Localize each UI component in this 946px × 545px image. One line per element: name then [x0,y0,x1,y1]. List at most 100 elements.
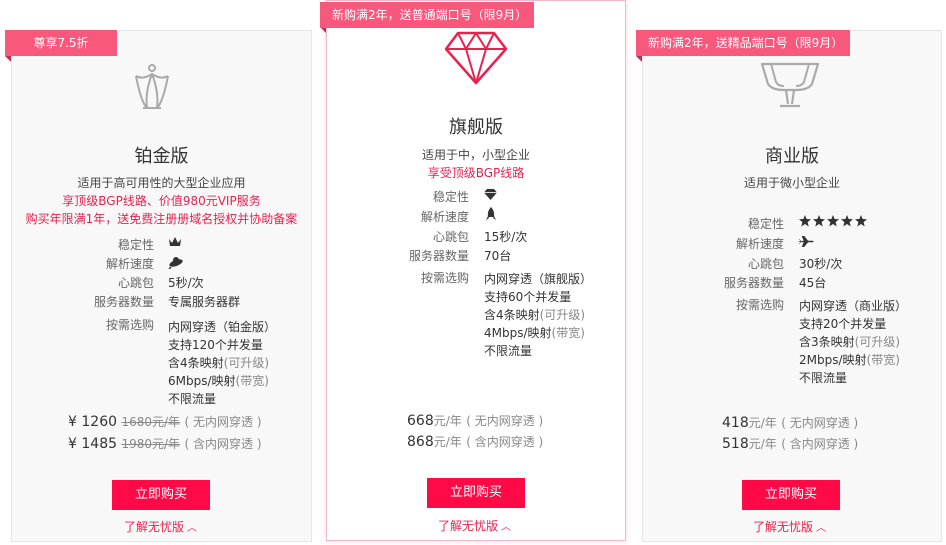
spec-value-servers: 专属服务器群 [168,295,241,309]
price-note: ( 含内网穿透 ) [466,435,544,449]
ondemand-text: 6Mbps/映射 [168,374,236,388]
price-unit: 元/年 [748,437,777,451]
price-row: ¥ 1485 1980元/年 ( 含内网穿透 ) [68,435,262,452]
price-currency: ¥ [68,436,77,452]
price-value: 1260 [81,414,118,430]
ondemand-item: 2Mbps/映射(带宽) [799,351,900,368]
chevron-up-icon: ︿ [187,523,198,534]
spec-label-servers: 服务器数量 [723,276,784,290]
crown-small-icon [168,236,182,248]
price-unit: 元/年 [433,435,462,449]
spec-label-speed: 解析速度 [420,210,469,224]
ondemand-item: 支持20个并发量 [799,317,887,331]
ondemand-item: 支持60个并发量 [484,290,572,304]
spec-label-servers: 服务器数量 [408,249,469,263]
learn-more-link[interactable]: 了解无忧版 ︿ [753,518,826,535]
ondemand-item: 不限流量 [799,371,848,385]
price-row: ¥ 1260 1680元/年 ( 无内网穿透 ) [68,413,262,430]
discount-badge: 尊享7.5折 [5,30,117,56]
learn-more-label: 了解无忧版 [124,520,185,534]
learn-more-link[interactable]: 了解无忧版 ︿ [124,518,197,535]
plan-highlight: 享受顶级BGP线路 [427,166,525,180]
ondemand-item: 内网穿透（铂金版） [168,320,277,334]
ondemand-label: 按需选购 [105,318,154,332]
spec-label-heartbeat: 心跳包 [747,257,784,271]
ondemand-extra: (可升级) [539,308,586,322]
price-note: ( 无内网穿透 ) [781,416,859,430]
price-note: ( 含内网穿透 ) [781,437,859,451]
ondemand-text: 2Mbps/映射 [799,353,867,367]
spec-label-heartbeat: 心跳包 [117,276,154,290]
buy-now-button[interactable]: 立即购买 [427,478,525,508]
ondemand-extra: (可升级) [854,335,901,349]
price-original: 1980元/年 [121,437,181,451]
learn-more-label: 了解无忧版 [753,520,814,534]
spec-label-stability: 稳定性 [117,238,154,252]
spec-value-servers: 70台 [484,249,512,263]
ondemand-extra: (带宽) [551,326,585,340]
price-value: 868 [407,434,434,450]
price-value: 518 [722,436,749,452]
price-note: ( 无内网穿透 ) [466,414,544,428]
buy-now-button[interactable]: 立即购买 [112,480,210,510]
buy-now-button[interactable]: 立即购买 [742,480,840,510]
spec-label-stability: 稳定性 [432,190,469,204]
diamond-icon [444,31,508,85]
ondemand-text: 含3条映射 [799,335,855,349]
spec-label-heartbeat: 心跳包 [432,230,469,244]
spec-label-servers: 服务器数量 [93,295,154,309]
ondemand-label: 按需选购 [735,298,784,312]
badge-fold [5,56,11,62]
spec-value-heartbeat: 15秒/次 [484,230,528,244]
spec-value-heartbeat: 30秒/次 [799,257,843,271]
price-note: ( 无内网穿透 ) [184,415,262,429]
price-value: 1485 [81,436,118,452]
diamond-small-icon [484,189,497,200]
spec-label-speed: 解析速度 [105,257,154,271]
chevron-up-icon: ︿ [816,523,827,534]
crown-icon [133,62,171,114]
trophy-icon [760,62,820,112]
ondemand-item: 含4条映射(可升级) [168,354,269,371]
price-unit: 元/年 [433,414,462,428]
ondemand-item: 内网穿透（旗舰版） [484,272,593,286]
rocket-icon [486,207,496,221]
ondemand-extra: (带宽) [235,374,269,388]
ondemand-item: 含4条映射(可升级) [484,306,585,323]
price-note: ( 含内网穿透 ) [184,437,262,451]
price-row: 418元/年 ( 无内网穿透 ) [722,414,858,431]
price-value: 668 [407,413,434,429]
airplane-icon [799,236,814,247]
plan-name: 商业版 [765,146,819,167]
ondemand-item: 内网穿透（商业版） [799,299,908,313]
ondemand-item: 6Mbps/映射(带宽) [168,372,269,389]
promo-badge: 新购满2年，送普通端口号（限9月） [320,2,534,28]
plan-highlight: 享顶级BGP线路、价值980元VIP服务 [62,194,261,208]
ondemand-extra: (可升级) [223,356,270,370]
learn-more-link[interactable]: 了解无忧版 ︿ [438,517,511,534]
plan-description: 适用于高可用性的大型企业应用 [77,176,246,190]
ondemand-text: 4Mbps/映射 [484,326,552,340]
ondemand-item: 4Mbps/映射(带宽) [484,324,585,341]
chevron-up-icon: ︿ [501,522,512,533]
ufo-icon [168,255,184,269]
ondemand-item: 支持120个并发量 [168,338,263,352]
ondemand-item: 含3条映射(可升级) [799,333,900,350]
ondemand-item: 不限流量 [484,344,533,358]
plan-description: 适用于微小型企业 [743,176,840,190]
plan-highlight: 购买年限满1年，送免费注册册域名授权并协助备案 [25,212,298,226]
price-row: 518元/年 ( 含内网穿透 ) [722,435,858,452]
ondemand-text: 含4条映射 [168,356,224,370]
price-row: 668元/年 ( 无内网穿透 ) [407,412,543,429]
price-value: 418 [722,415,749,431]
spec-label-speed: 解析速度 [735,237,784,251]
price-currency: ¥ [68,414,77,430]
five-stars-icon [799,215,867,227]
learn-more-label: 了解无忧版 [438,519,499,533]
ondemand-item: 不限流量 [168,392,217,406]
price-row: 868元/年 ( 含内网穿透 ) [407,433,543,450]
spec-value-heartbeat: 5秒/次 [168,276,204,290]
badge-fold [636,56,642,62]
ondemand-text: 含4条映射 [484,308,540,322]
plan-name: 旗舰版 [449,117,503,138]
